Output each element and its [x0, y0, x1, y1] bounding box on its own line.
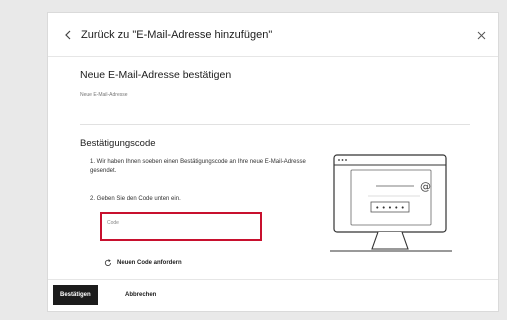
confirm-button[interactable]: Bestätigen: [53, 285, 98, 305]
dialog-header: Zurück zu "E-Mail-Adresse hinzufügen": [48, 13, 498, 57]
instruction-step-1: 1. Wir haben Ihnen soeben einen Bestätig…: [90, 159, 306, 174]
cancel-button[interactable]: Abbrechen: [125, 285, 156, 305]
refresh-icon: [104, 254, 112, 272]
at-symbol: @: [420, 180, 431, 193]
resend-code-link[interactable]: Neuen Code anfordern: [104, 254, 182, 272]
section-divider: [80, 124, 470, 125]
code-placeholder: Code: [107, 220, 119, 226]
confirm-email-heading: Neue E-Mail-Adresse bestätigen: [80, 69, 232, 81]
resend-code-label: Neuen Code anfordern: [117, 260, 182, 266]
confirm-email-dialog: Zurück zu "E-Mail-Adresse hinzufügen" Ne…: [47, 12, 499, 312]
new-email-label: Neue E-Mail-Adresse: [80, 92, 128, 98]
instruction-step-2: 2. Geben Sie den Code unten ein.: [90, 196, 181, 202]
monitor-email-icon: @ • • • • •: [326, 153, 456, 268]
code-mask: • • • • •: [375, 204, 405, 212]
verification-code-heading: Bestätigungscode: [80, 138, 156, 149]
code-input[interactable]: Code: [100, 212, 262, 241]
dialog-title[interactable]: Zurück zu "E-Mail-Adresse hinzufügen": [81, 29, 272, 41]
close-icon[interactable]: [474, 28, 488, 42]
dialog-footer: Bestätigen Abbrechen: [48, 279, 498, 311]
chevron-left-icon[interactable]: [60, 28, 74, 42]
